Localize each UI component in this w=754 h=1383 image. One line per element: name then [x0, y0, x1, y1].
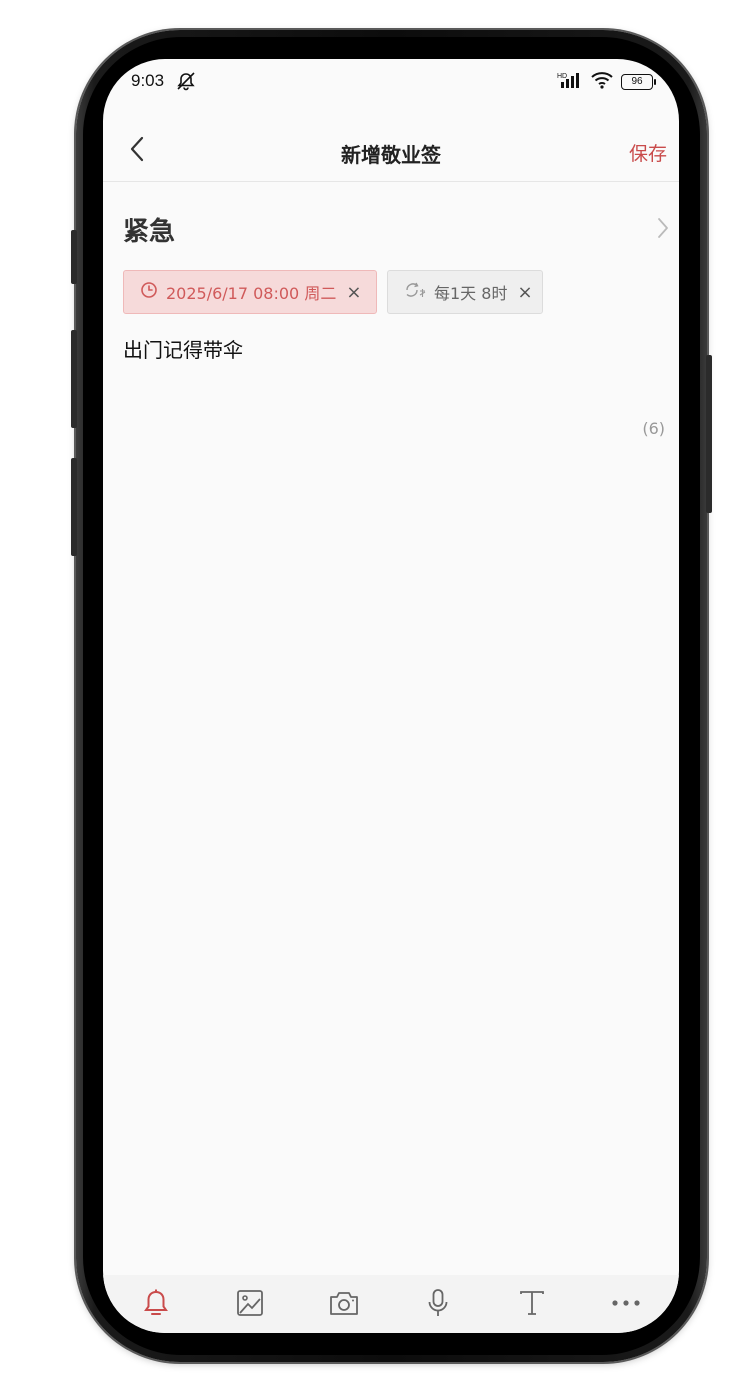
char-count: (6): [642, 419, 665, 438]
image-icon: [237, 1290, 263, 1316]
app-screen: 9:03 HD 96 新增敬业签 保存 紧急 2025/6/17 08:00 周…: [103, 59, 679, 1333]
side-button-volume-down: [71, 458, 77, 556]
clock-icon: [140, 281, 158, 303]
wifi-icon: [591, 71, 613, 93]
text-format-button[interactable]: [504, 1275, 560, 1331]
microphone-icon: [428, 1289, 448, 1316]
battery-icon: 96: [621, 74, 656, 90]
page-title: 新增敬业签: [341, 143, 441, 167]
bell-icon: [144, 1289, 168, 1315]
side-button-volume-up: [71, 330, 77, 428]
image-button[interactable]: [222, 1275, 278, 1331]
repeat-text: 每1天 8时: [434, 284, 508, 303]
side-button-action: [71, 230, 77, 284]
svg-text:HD: HD: [557, 73, 567, 80]
category-label: 紧急: [123, 217, 176, 247]
nav-bar: 新增敬业签 保存: [103, 119, 679, 182]
camera-icon: [330, 1292, 358, 1315]
status-bar: 9:03 HD 96: [103, 59, 679, 107]
camera-button[interactable]: [316, 1275, 372, 1331]
text-icon: [520, 1291, 544, 1315]
status-icons: HD 96: [557, 71, 656, 93]
save-button[interactable]: 保存: [629, 139, 667, 166]
bottom-toolbar: [103, 1275, 679, 1333]
status-time: 9:03: [131, 71, 165, 90]
more-icon: [612, 1300, 640, 1306]
remove-repeat-button[interactable]: ×: [517, 282, 532, 303]
repeat-icon: [404, 281, 426, 303]
category-selector[interactable]: 紧急: [123, 211, 669, 251]
more-button[interactable]: [598, 1275, 654, 1331]
reminder-date-chip[interactable]: 2025/6/17 08:00 周二 ×: [123, 270, 377, 314]
chevron-right-icon: [657, 217, 669, 243]
reminder-button[interactable]: [128, 1275, 184, 1331]
mute-icon: [175, 71, 197, 95]
side-button-power: [706, 355, 712, 513]
repeat-chip[interactable]: 每1天 8时 ×: [387, 270, 543, 314]
remove-date-button[interactable]: ×: [346, 282, 361, 303]
hd-signal-icon: HD: [557, 71, 583, 93]
reminder-date-text: 2025/6/17 08:00 周二: [166, 284, 337, 303]
voice-button[interactable]: [410, 1275, 466, 1331]
note-content[interactable]: 出门记得带伞: [123, 334, 243, 363]
